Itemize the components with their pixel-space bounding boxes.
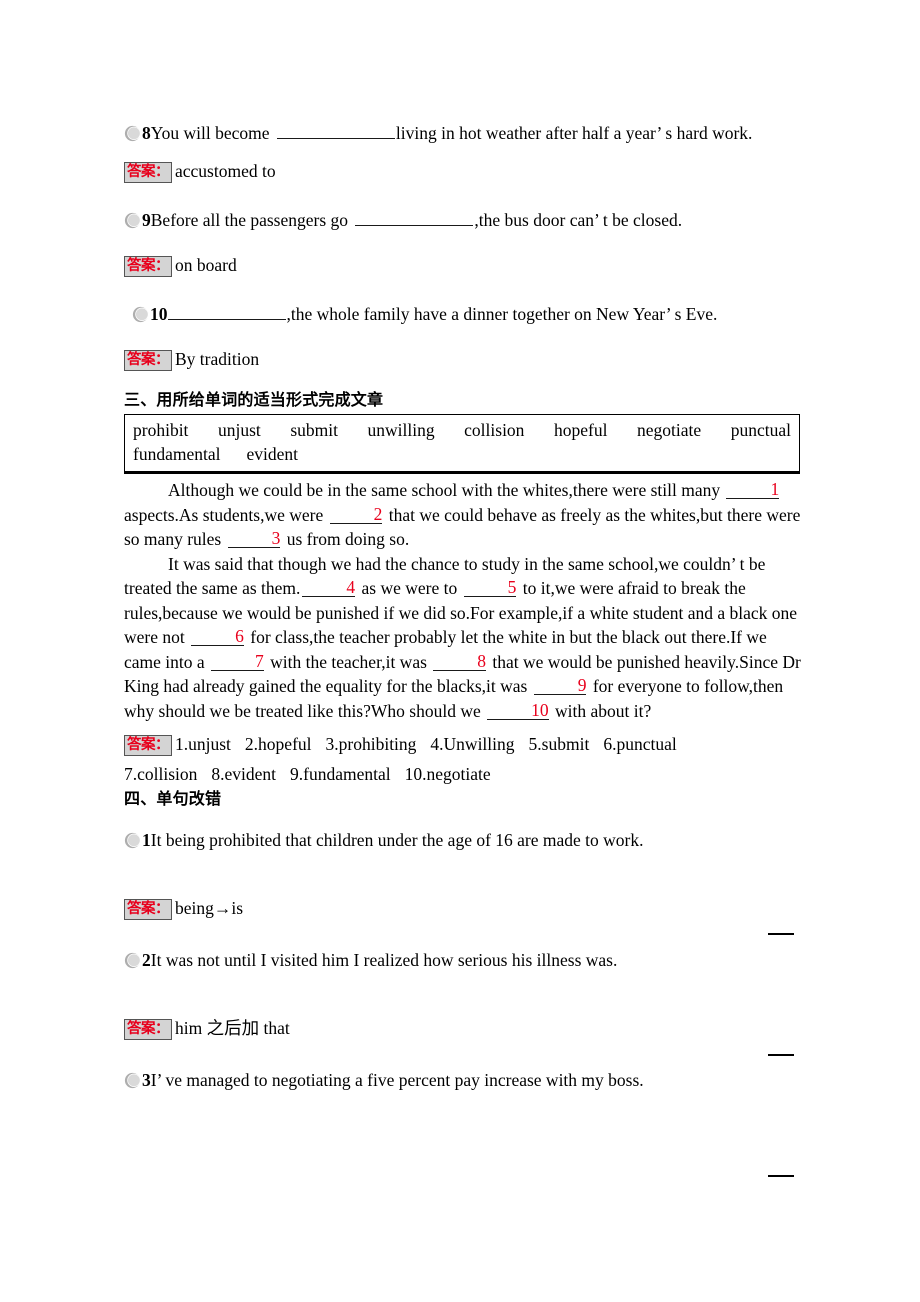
- answer-item: 9.fundamental: [290, 764, 391, 784]
- passage-blank-10[interactable]: 10: [487, 701, 549, 720]
- passage-blank-9[interactable]: 9: [533, 676, 587, 695]
- question-text-before: You will become: [150, 123, 274, 143]
- word-bank-item: punctual: [730, 420, 791, 440]
- answer-label: 答案：: [124, 256, 172, 277]
- answer-label: 答案：: [124, 899, 172, 920]
- answers-line-2: 7.collision 8.evident 9.fundamental 10.nego…: [124, 759, 804, 789]
- question-number: 10: [150, 304, 168, 324]
- word-bank-item: unjust: [217, 420, 261, 440]
- answer-blank[interactable]: [167, 304, 286, 320]
- question-number: 8: [142, 123, 151, 143]
- answer-text: on board: [175, 255, 237, 275]
- answer-text: accustomed to: [175, 161, 276, 181]
- passage-text: aspects.As students,we were: [124, 504, 328, 525]
- word-bank-item: collision: [464, 420, 525, 440]
- passage-blank-2[interactable]: 2: [329, 505, 383, 524]
- correction-answer-2: 答案： him 之后加 that: [124, 1013, 804, 1043]
- question-9: 9Before all the passengers go ,the bus d…: [124, 205, 804, 235]
- answer-blank[interactable]: [276, 123, 395, 139]
- correction-question-2: 2It was not until I visited him I realiz…: [124, 945, 804, 975]
- answer-label: 答案：: [124, 735, 172, 756]
- section-three-answers: 答案： 1.unjust 2.hopeful 3.prohibiting 4.Unwil…: [124, 729, 804, 789]
- word-bank-row-2: fundamental evident: [133, 442, 791, 466]
- passage-blank-7[interactable]: 7: [211, 652, 264, 671]
- passage-text: Although we could be in the same school …: [168, 480, 725, 500]
- page-content: 8You will become living in hot weather a…: [124, 118, 804, 1095]
- passage-blank-1[interactable]: 1: [726, 480, 780, 499]
- correction-question-3: 3I’ ve managed to negotiating a five per…: [124, 1065, 804, 1095]
- answer-item: 8.evident: [211, 764, 277, 784]
- correction-dash-mark: [768, 1054, 794, 1056]
- answer-item: 3.prohibiting: [325, 734, 417, 754]
- question-number: 1: [142, 830, 151, 850]
- answer-item: 6.punctual: [603, 734, 677, 754]
- answer-row-8: 答案： accustomed to: [124, 156, 804, 186]
- passage-blank-4[interactable]: 4: [302, 578, 356, 597]
- passage-paragraph-2: It was said that though we had the chanc…: [124, 552, 804, 724]
- answer-label: 答案：: [124, 350, 172, 371]
- correction-question-1: 1It being prohibited that children under…: [124, 825, 804, 855]
- question-text-after: ,the whole family have a dinner together…: [286, 304, 718, 324]
- answer-item: 4.Unwilling: [430, 734, 515, 754]
- word-bank-item: submit: [290, 420, 338, 440]
- crescent-bullet-icon: [124, 125, 141, 142]
- passage-blank-8[interactable]: 8: [433, 652, 487, 671]
- crescent-bullet-icon: [124, 952, 141, 969]
- answer-text: him 之后加 that: [175, 1018, 290, 1038]
- answer-item: 10.negotiate: [404, 764, 491, 784]
- correction-answer-1: 答案： being→is: [124, 893, 804, 923]
- answer-text: By tradition: [175, 349, 260, 369]
- question-8: 8You will become living in hot weather a…: [124, 118, 804, 148]
- word-bank-item: hopeful: [553, 420, 608, 440]
- word-bank-item: evident: [246, 444, 298, 464]
- passage-blank-3[interactable]: 3: [227, 529, 281, 548]
- crescent-bullet-icon: [124, 1072, 141, 1089]
- word-bank-item: negotiate: [637, 420, 702, 440]
- word-bank-row-1: prohibit unjust submit unwilling collisi…: [133, 418, 791, 442]
- answer-item: 1.unjust: [175, 734, 231, 754]
- answer-item: 5.submit: [528, 734, 590, 754]
- question-text-after: ,the bus door can’ t be closed.: [474, 210, 683, 230]
- question-10: 10 ,the whole family have a dinner togeth…: [124, 299, 804, 329]
- passage-paragraph-1: Although we could be in the same school …: [124, 478, 804, 552]
- answer-text: being→is: [175, 898, 244, 918]
- passage-text: with about it?: [550, 700, 652, 721]
- question-text: It being prohibited that children under …: [150, 830, 644, 850]
- question-text: It was not until I visited him I realize…: [150, 950, 618, 970]
- crescent-bullet-icon: [132, 306, 149, 323]
- answer-item: 7.collision: [124, 764, 198, 784]
- correction-dash-mark: [768, 933, 794, 935]
- section-three-heading: 三、用所给单词的适当形式完成文章: [124, 390, 384, 409]
- question-text-after: living in hot weather after half a year’…: [395, 123, 753, 143]
- crescent-bullet-icon: [124, 832, 141, 849]
- passage-text: with the teacher,it was: [265, 651, 432, 672]
- answer-label: 答案：: [124, 162, 172, 183]
- answers-line-1: 答案： 1.unjust 2.hopeful 3.prohibiting 4.Unwil…: [124, 729, 804, 759]
- passage-blank-5[interactable]: 5: [463, 578, 517, 597]
- question-text: I’ ve managed to negotiating a five perc…: [150, 1070, 644, 1090]
- answer-label: 答案：: [124, 1019, 172, 1040]
- answer-row-10: 答案： By tradition: [124, 344, 804, 374]
- passage-text: us from doing so.: [282, 529, 410, 549]
- correction-dash-mark: [768, 1175, 794, 1177]
- question-text-before: Before all the passengers go: [150, 210, 353, 230]
- crescent-bullet-icon: [124, 212, 141, 229]
- cloze-passage: Although we could be in the same school …: [124, 478, 804, 723]
- passage-blank-6[interactable]: 6: [191, 627, 244, 646]
- word-bank: prohibit unjust submit unwilling collisi…: [124, 414, 800, 474]
- question-number: 2: [142, 950, 151, 970]
- answer-row-9: 答案： on board: [124, 250, 804, 280]
- worksheet-page: 8You will become living in hot weather a…: [0, 0, 920, 1302]
- passage-text: as we were to: [357, 578, 462, 598]
- section-four-heading: 四、单句改错: [124, 789, 222, 808]
- answer-item: 2.hopeful: [244, 734, 312, 754]
- question-number: 3: [142, 1070, 151, 1090]
- answer-blank[interactable]: [355, 210, 474, 226]
- word-bank-item: unwilling: [367, 420, 435, 440]
- word-bank-item: fundamental: [133, 444, 221, 464]
- word-bank-item: prohibit: [133, 420, 189, 440]
- question-number: 9: [142, 210, 151, 230]
